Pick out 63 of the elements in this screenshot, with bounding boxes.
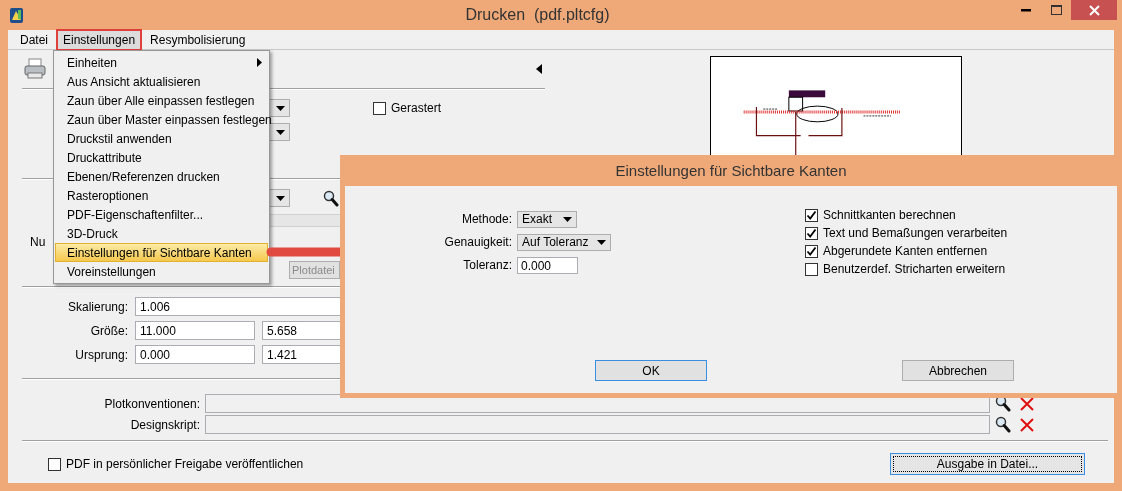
menu-item[interactable]: Druckstil anwenden bbox=[55, 129, 268, 148]
delete-icon[interactable] bbox=[1020, 396, 1034, 411]
menu-item[interactable]: Druckattribute bbox=[55, 148, 268, 167]
search-icon[interactable] bbox=[323, 189, 339, 207]
checkbox-label: Gerastert bbox=[391, 101, 441, 115]
field-label: Designskript: bbox=[129, 417, 200, 432]
menu-bar-item[interactable]: Resymbolisierung bbox=[145, 30, 251, 49]
dropdown-arrow-icon bbox=[276, 129, 285, 135]
menu-item[interactable]: Einstellungen für Sichtbare Kanten bbox=[55, 243, 268, 262]
dropdown-arrow-icon bbox=[597, 239, 606, 245]
dropdown[interactable]: Auf Toleranz bbox=[517, 233, 611, 251]
close-button[interactable] bbox=[1071, 0, 1117, 20]
input-field[interactable] bbox=[205, 415, 990, 434]
cancel-button[interactable]: Abbrechen bbox=[902, 360, 1014, 381]
input-field[interactable]: 0.000 bbox=[135, 345, 255, 364]
menu-bar-item[interactable]: Einstellungen bbox=[58, 30, 141, 49]
checkbox-label: Benutzerdef. Stricharten erweitern bbox=[823, 262, 1006, 276]
app-icon bbox=[9, 6, 24, 24]
field-label: Genauigkeit: bbox=[444, 235, 512, 249]
dropdown-arrow-icon bbox=[276, 105, 285, 111]
menu-bar-item[interactable]: Datei bbox=[15, 30, 53, 49]
printer-icon[interactable] bbox=[24, 58, 46, 80]
field-label: Nu bbox=[30, 235, 46, 249]
menu-item[interactable]: Rasteroptionen bbox=[55, 186, 268, 205]
menu-item[interactable]: 3D-Druck bbox=[55, 224, 268, 243]
checkbox-label: Abgerundete Kanten entfernen bbox=[823, 244, 988, 258]
dialog-title: Einstellungen für Sichtbare Kanten bbox=[614, 161, 848, 181]
checkbox[interactable] bbox=[805, 244, 818, 258]
close-icon bbox=[1088, 4, 1100, 16]
output-button[interactable]: Ausgabe in Datei... bbox=[890, 453, 1085, 475]
search-icon[interactable] bbox=[995, 395, 1011, 412]
checkbox[interactable] bbox=[805, 262, 818, 276]
field-label: Skalierung: bbox=[66, 299, 128, 314]
field-label: Toleranz: bbox=[463, 258, 512, 272]
checkbox[interactable] bbox=[805, 208, 818, 222]
checkbox[interactable] bbox=[805, 226, 818, 240]
delete-icon[interactable] bbox=[1020, 417, 1034, 432]
menu-item[interactable]: PDF-Eigenschaftenfilter... bbox=[55, 205, 268, 224]
window-title: Drucken (pdf.pltcfg) bbox=[464, 6, 611, 24]
field-label: Plotkonventionen: bbox=[103, 396, 200, 411]
checkbox-label: Text und Bemaßungen verarbeiten bbox=[823, 226, 1008, 240]
dropdown-arrow-icon bbox=[276, 195, 285, 201]
menu-item[interactable]: Aus Ansicht aktualisieren bbox=[55, 72, 268, 91]
checkbox-label: Schnittkanten berechnen bbox=[823, 208, 956, 222]
ok-button[interactable]: OK bbox=[595, 360, 707, 381]
field-label: Ursprung: bbox=[74, 347, 128, 362]
menu-item[interactable]: Ebenen/Referenzen drucken bbox=[55, 167, 268, 186]
collapse-arrow-icon[interactable] bbox=[536, 64, 542, 74]
field-label: Größe: bbox=[89, 323, 128, 338]
menu-item[interactable]: Voreinstellungen bbox=[55, 262, 268, 281]
input-field[interactable]: 11.000 bbox=[135, 321, 255, 340]
input-field[interactable]: 0.000 bbox=[517, 256, 578, 274]
menu-item[interactable]: Zaun über Alle einpassen festlegen bbox=[55, 91, 268, 110]
maximize-icon bbox=[1050, 5, 1062, 15]
search-icon[interactable] bbox=[995, 416, 1011, 433]
checkbox[interactable] bbox=[48, 457, 61, 471]
checkbox[interactable] bbox=[373, 101, 386, 115]
menu-item[interactable]: Einheiten bbox=[55, 53, 268, 72]
checkbox-label: PDF in persönlicher Freigabe veröffentlichen bbox=[66, 457, 304, 471]
field-label: Methode: bbox=[461, 212, 512, 226]
dropdown[interactable]: Exakt bbox=[517, 210, 577, 228]
dropdown-arrow-icon bbox=[563, 216, 572, 222]
minimize-icon bbox=[1021, 8, 1031, 12]
